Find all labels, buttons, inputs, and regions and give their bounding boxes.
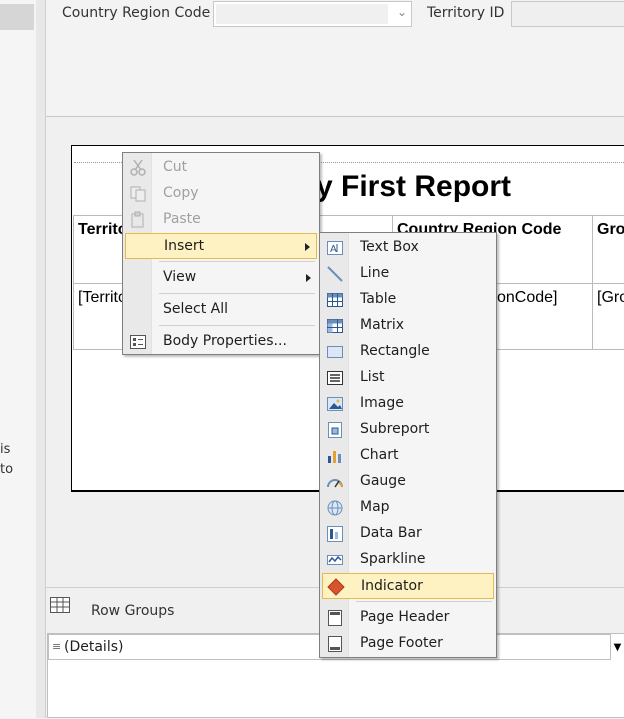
country-region-code-select[interactable]: ⌄ [213,1,412,27]
paste-icon [131,211,144,228]
matrix-icon [327,319,343,333]
menu-item-label: Subreport [360,421,430,437]
row-groups-label: Row Groups [91,603,175,619]
left-panel-selected-item[interactable] [0,4,34,30]
gauge-icon [327,479,343,488]
databar-icon [327,526,343,542]
menu-item-label: Rectangle [360,343,430,359]
subreport-icon [328,422,342,438]
table-icon [327,293,343,307]
submenu-item-text-box[interactable]: A Text Box [322,235,494,261]
menu-item-paste[interactable]: Paste [125,207,317,233]
submenu-item-chart[interactable]: Chart [322,443,494,469]
left-panel [0,0,37,718]
submenu-item-image[interactable]: Image [322,391,494,417]
report-title[interactable]: y First Report [316,170,511,204]
submenu-item-subreport[interactable]: Subreport [322,417,494,443]
table-detail-cell[interactable]: [Gro [593,284,624,350]
territory-id-field[interactable] [511,1,624,27]
properties-icon [130,335,146,349]
submenu-item-matrix[interactable]: Matrix [322,313,494,339]
left-panel-text: is to [0,440,36,480]
scissors-icon [130,159,146,176]
svg-text:A: A [330,244,337,255]
table-header-cell[interactable]: Gro [593,216,624,284]
image-icon [327,397,343,411]
menu-item-view[interactable]: View [125,265,317,291]
menu-separator [159,293,315,294]
submenu-item-rectangle[interactable]: Rectangle [322,339,494,365]
left-text-line-1: is [0,442,11,457]
menu-item-copy[interactable]: Copy [125,181,317,207]
submenu-item-data-bar[interactable]: Data Bar [322,521,494,547]
textbox-icon: A [327,241,343,255]
menu-item-label: Page Footer [360,635,443,651]
menu-separator [159,261,315,262]
menu-item-label: Indicator [361,578,423,594]
menu-item-label: Cut [163,159,188,175]
page-header-icon [328,610,342,626]
menu-item-label: Sparkline [360,551,426,567]
menu-item-cut[interactable]: Cut [125,155,317,181]
submenu-arrow-icon [305,243,310,251]
list-icon [327,371,343,385]
menu-item-label: Image [360,395,404,411]
menu-item-label: Text Box [360,239,419,255]
menu-item-label: Insert [164,238,205,254]
menu-item-label: Copy [163,185,199,201]
menu-item-label: Line [360,265,390,281]
menu-separator [159,325,315,326]
menu-item-label: List [360,369,385,385]
menu-item-label: Matrix [360,317,405,333]
copy-icon [130,186,146,202]
country-region-code-label: Country Region Code [62,5,211,21]
splitter[interactable] [36,0,46,718]
country-region-code-value [216,4,388,24]
submenu-item-sparkline[interactable]: Sparkline [322,547,494,573]
page-footer-icon [328,636,342,652]
drag-grip-icon[interactable]: ≡ [52,640,61,653]
submenu-item-table[interactable]: Table [322,287,494,313]
menu-item-label: Map [360,499,390,515]
menu-item-label: Select All [163,301,228,317]
menu-item-label: Page Header [360,609,450,625]
submenu-item-page-header[interactable]: Page Header [322,605,494,631]
menu-item-label: Gauge [360,473,406,489]
territory-id-label: Territory ID [427,5,505,21]
menu-item-body-properties[interactable]: Body Properties... [125,329,317,355]
submenu-arrow-icon [306,274,311,282]
chart-icon [328,451,341,463]
menu-item-label: Table [360,291,397,307]
grid-icon [50,597,70,613]
menu-item-select-all[interactable]: Select All [125,297,317,323]
submenu-item-indicator[interactable]: Indicator [322,573,494,599]
indicator-icon [327,578,345,596]
left-text-line-2: to [0,462,14,477]
rectangle-icon [327,346,343,358]
menu-item-label: Data Bar [360,525,422,541]
menu-item-label: View [163,269,197,285]
menu-item-label: Chart [360,447,399,463]
insert-submenu: A Text Box Line Table Matrix Rectangle L… [319,232,497,658]
submenu-item-list[interactable]: List [322,365,494,391]
context-menu: Cut Copy Paste Insert View Select All Bo… [122,152,320,355]
map-icon [327,500,343,516]
chevron-down-icon[interactable]: ⌄ [397,5,407,19]
menu-separator [356,601,492,602]
sparkline-icon [327,555,343,565]
details-group-label: (Details) [64,639,124,655]
submenu-item-map[interactable]: Map [322,495,494,521]
submenu-item-page-footer[interactable]: Page Footer [322,631,494,657]
menu-item-label: Paste [163,211,201,227]
details-dropdown-button[interactable]: ▼ [610,634,624,660]
menu-item-label: Body Properties... [163,333,287,349]
line-icon [327,266,343,282]
menu-item-insert[interactable]: Insert [125,233,317,259]
submenu-item-gauge[interactable]: Gauge [322,469,494,495]
submenu-item-line[interactable]: Line [322,261,494,287]
